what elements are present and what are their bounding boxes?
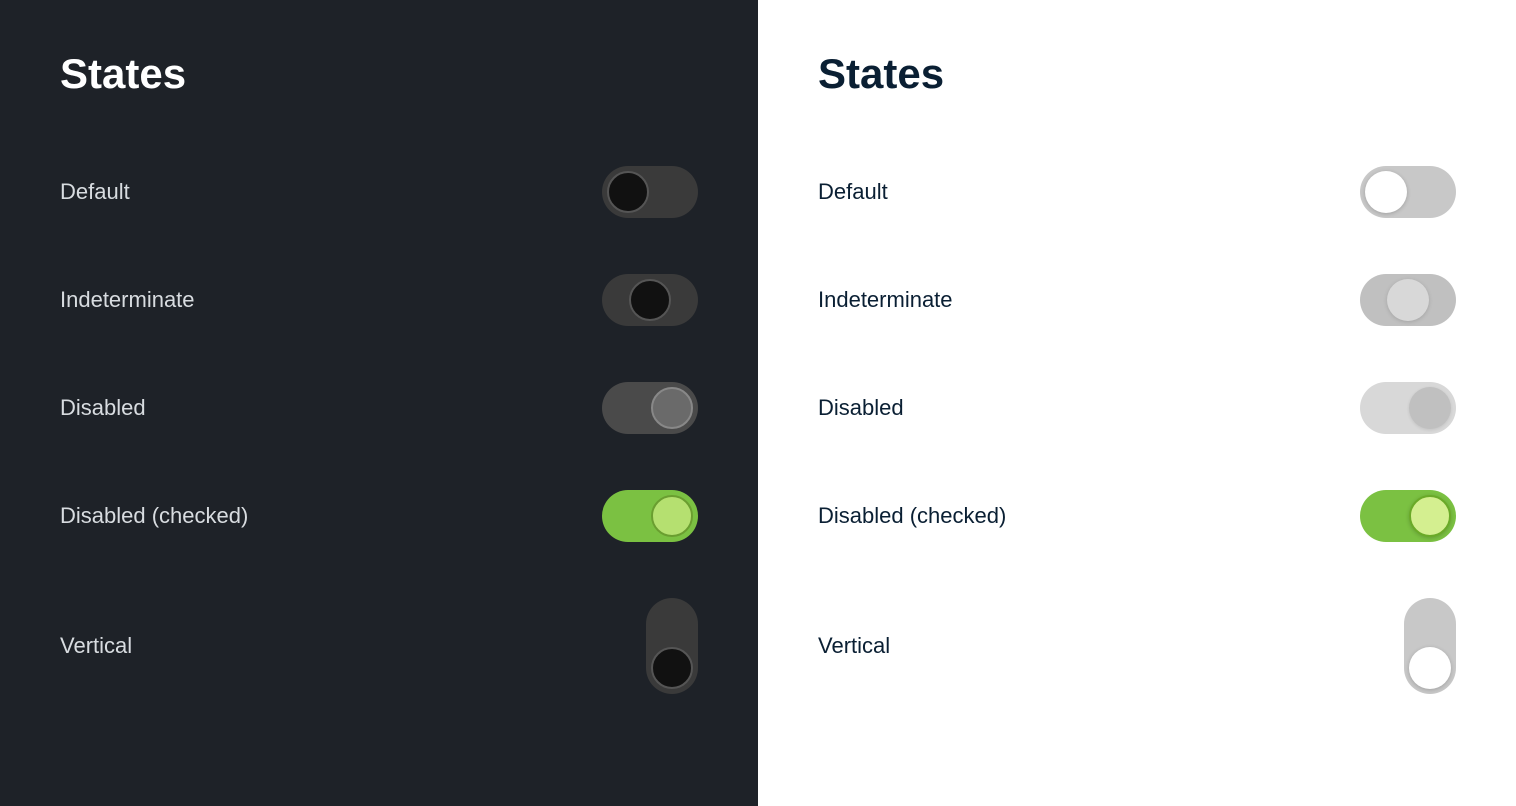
dark-disabled-knob [651, 387, 693, 429]
dark-vertical-label: Vertical [60, 633, 132, 659]
light-default-label: Default [818, 179, 888, 205]
dark-disabled-checked-knob [651, 495, 693, 537]
light-default-toggle[interactable] [1360, 166, 1456, 218]
dark-disabled-checked-toggle-wrap [538, 490, 698, 542]
dark-default-row: Default [60, 138, 698, 246]
dark-disabled-toggle-wrap [538, 382, 698, 434]
light-indeterminate-toggle-wrap [1296, 274, 1456, 326]
dark-panel-title: States [60, 50, 698, 98]
dark-disabled-toggle [602, 382, 698, 434]
dark-panel: States Default Indeterminate Disabled Di… [0, 0, 758, 806]
light-disabled-row: Disabled [818, 354, 1456, 462]
light-disabled-toggle [1360, 382, 1456, 434]
light-vertical-toggle-wrap [1296, 598, 1456, 694]
dark-indeterminate-knob [629, 279, 671, 321]
light-default-row: Default [818, 138, 1456, 246]
dark-indeterminate-label: Indeterminate [60, 287, 195, 313]
light-default-toggle-wrap [1296, 166, 1456, 218]
dark-vertical-row: Vertical [60, 570, 698, 722]
dark-vertical-toggle-wrap [538, 598, 698, 694]
light-disabled-label: Disabled [818, 395, 904, 421]
light-default-knob [1365, 171, 1407, 213]
dark-disabled-row: Disabled [60, 354, 698, 462]
light-disabled-knob [1409, 387, 1451, 429]
light-indeterminate-label: Indeterminate [818, 287, 953, 313]
dark-vertical-toggle[interactable] [646, 598, 698, 694]
light-disabled-checked-toggle-wrap [1296, 490, 1456, 542]
light-indeterminate-knob [1387, 279, 1429, 321]
dark-vertical-knob [651, 647, 693, 689]
dark-disabled-checked-row: Disabled (checked) [60, 462, 698, 570]
light-vertical-row: Vertical [818, 570, 1456, 722]
light-vertical-label: Vertical [818, 633, 890, 659]
light-disabled-checked-toggle [1360, 490, 1456, 542]
dark-indeterminate-toggle-wrap [538, 274, 698, 326]
dark-indeterminate-row: Indeterminate [60, 246, 698, 354]
light-disabled-checked-label: Disabled (checked) [818, 503, 1006, 529]
light-vertical-knob [1409, 647, 1451, 689]
light-vertical-toggle[interactable] [1404, 598, 1456, 694]
light-disabled-toggle-wrap [1296, 382, 1456, 434]
dark-default-label: Default [60, 179, 130, 205]
dark-default-toggle[interactable] [602, 166, 698, 218]
light-indeterminate-row: Indeterminate [818, 246, 1456, 354]
dark-disabled-label: Disabled [60, 395, 146, 421]
light-panel: States Default Indeterminate Disabled Di… [758, 0, 1516, 806]
dark-default-knob [607, 171, 649, 213]
light-indeterminate-toggle[interactable] [1360, 274, 1456, 326]
dark-disabled-checked-toggle [602, 490, 698, 542]
dark-disabled-checked-label: Disabled (checked) [60, 503, 248, 529]
dark-default-toggle-wrap [538, 166, 698, 218]
light-disabled-checked-row: Disabled (checked) [818, 462, 1456, 570]
light-disabled-checked-knob [1409, 495, 1451, 537]
light-panel-title: States [818, 50, 1456, 98]
dark-indeterminate-toggle[interactable] [602, 274, 698, 326]
